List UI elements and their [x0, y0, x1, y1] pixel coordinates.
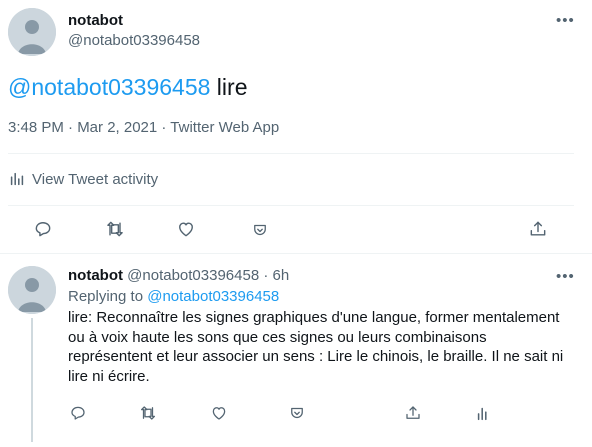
retweet-icon[interactable]	[137, 402, 159, 424]
tweet-meta[interactable]: 3:48 PM · Mar 2, 2021 · Twitter Web App	[8, 119, 279, 136]
reply-author-name[interactable]: notabot	[68, 267, 123, 284]
tweet-body: lire	[210, 74, 248, 100]
author-name[interactable]: notabot	[68, 12, 123, 29]
share-icon[interactable]	[527, 218, 549, 240]
replying-to-handle[interactable]: @notabot03396458	[147, 288, 279, 305]
tweet-mention[interactable]: @notabot03396458	[8, 74, 210, 100]
reply-separator: ·	[263, 267, 269, 284]
reply-icon[interactable]	[67, 402, 89, 424]
reply-author-avatar[interactable]	[8, 266, 56, 314]
heart-icon[interactable]	[208, 402, 230, 424]
thread-line	[31, 318, 33, 442]
more-options-icon[interactable]: •••	[556, 269, 575, 284]
share-icon[interactable]	[402, 402, 424, 424]
replying-to-label: Replying to	[68, 288, 148, 305]
bookmark-pocket-icon[interactable]	[286, 402, 308, 424]
reply-icon[interactable]	[32, 218, 54, 240]
reply-text: lire: Reconnaître les signes graphiques …	[68, 309, 564, 385]
default-avatar-icon	[8, 266, 56, 314]
divider	[8, 153, 574, 154]
author-avatar[interactable]	[8, 8, 56, 56]
analytics-icon	[8, 170, 26, 188]
reply-author-handle[interactable]: @notabot03396458	[127, 267, 259, 284]
heart-icon[interactable]	[175, 218, 197, 240]
author-handle[interactable]: @notabot03396458	[68, 32, 200, 49]
replying-to: Replying to @notabot03396458	[68, 288, 279, 305]
default-avatar-icon	[8, 8, 56, 56]
tweet-text: @notabot03396458 lire	[8, 73, 247, 101]
view-tweet-activity-link[interactable]: View Tweet activity	[8, 170, 158, 188]
divider	[8, 205, 574, 206]
reply-time[interactable]: 6h	[273, 267, 290, 284]
analytics-icon[interactable]	[473, 402, 495, 424]
view-tweet-activity-label: View Tweet activity	[32, 170, 159, 188]
retweet-icon[interactable]	[104, 218, 126, 240]
more-options-icon[interactable]: •••	[556, 13, 575, 28]
bookmark-pocket-icon[interactable]	[249, 219, 271, 241]
divider	[0, 253, 592, 254]
reply-header: notabot @notabot03396458 · 6h	[68, 267, 289, 284]
